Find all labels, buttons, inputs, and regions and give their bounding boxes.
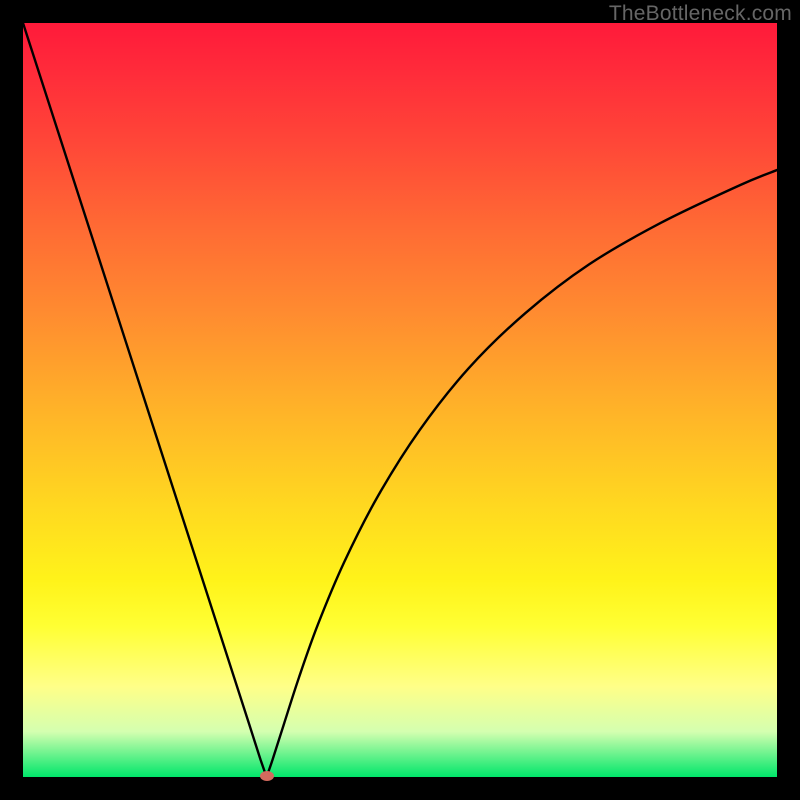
chart-frame: TheBottleneck.com <box>0 0 800 800</box>
plot-area <box>23 23 777 777</box>
bottleneck-curve <box>23 23 777 777</box>
watermark-text: TheBottleneck.com <box>609 2 792 26</box>
minimum-marker <box>260 771 274 781</box>
